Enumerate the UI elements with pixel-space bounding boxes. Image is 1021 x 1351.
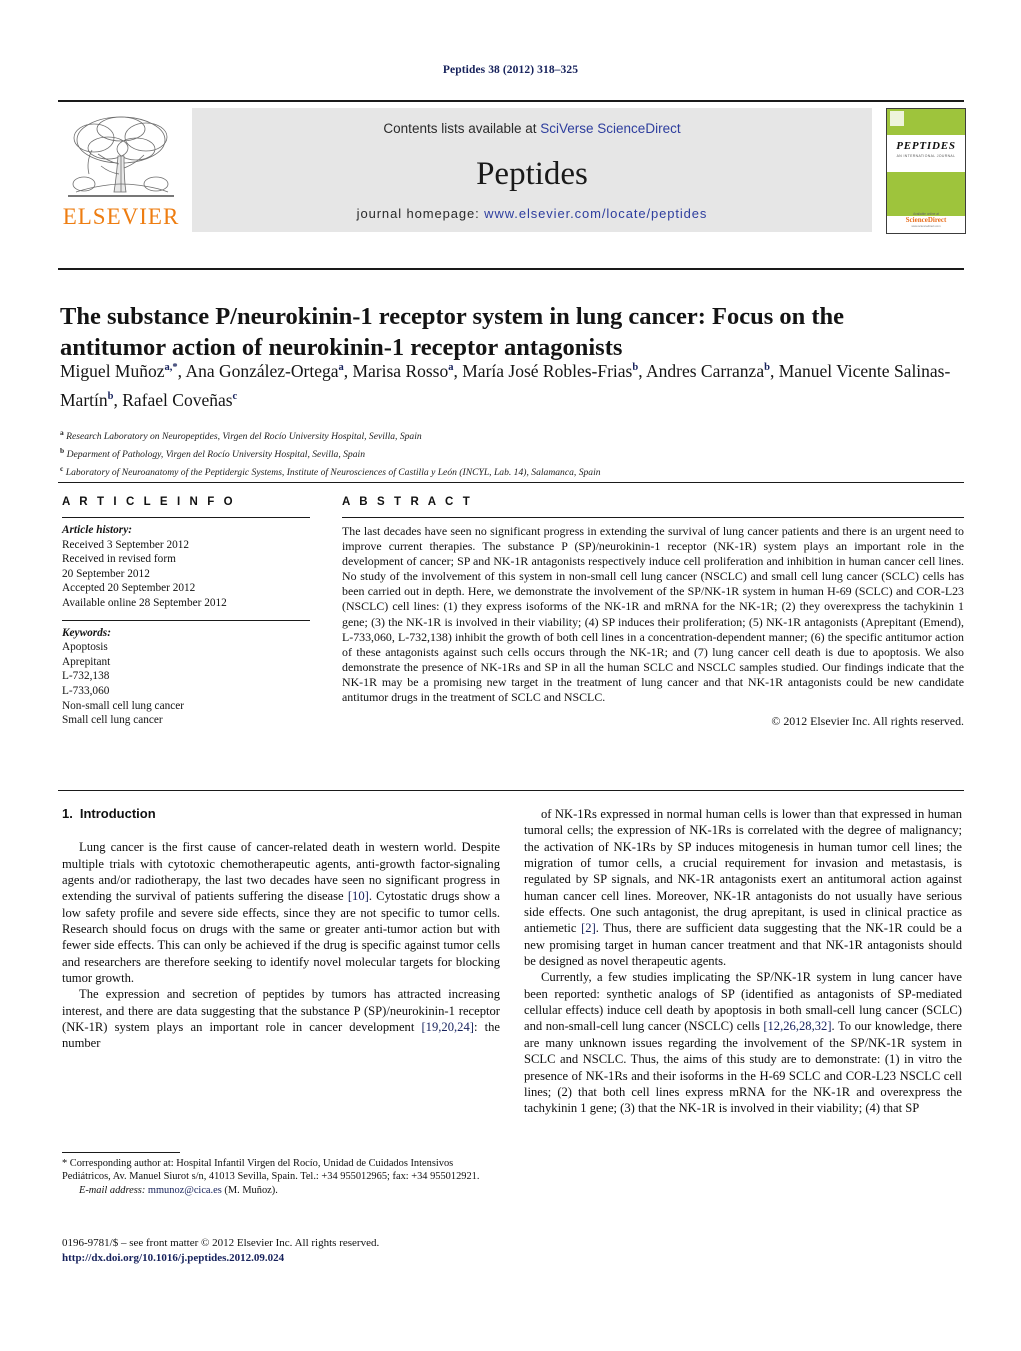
corresponding-author-footnote: * Corresponding author at: Hospital Infa… [62, 1157, 500, 1198]
abstract-rule [342, 517, 964, 518]
article-history-items: Received 3 September 2012 Received in rev… [62, 538, 310, 611]
affiliation-label: c [60, 463, 64, 473]
homepage-prefix: journal homepage: [356, 206, 485, 221]
author-name: Ana González-Ortega [185, 360, 339, 381]
keyword-item: L-733,060 [62, 684, 110, 697]
cover-middle-band [887, 172, 965, 216]
keyword-item: Aprepitant [62, 655, 111, 668]
author-affiliation-mark: a [338, 362, 344, 373]
author-affiliation-mark: b [107, 390, 114, 402]
body-paragraph: Currently, a few studies implicating the… [524, 970, 962, 1116]
cover-sciencedirect-block: Available online at ScienceDirect www.sc… [887, 212, 965, 228]
author-name: Miguel Muñoz [60, 360, 165, 381]
running-head: Peptides 38 (2012) 318–325 [442, 64, 579, 76]
article-page: Peptides 38 (2012) 318–325 ELSEVIER Cont… [0, 0, 1021, 1351]
section-number: 1. [62, 806, 73, 821]
affiliation-item: a Research Laboratory on Neuropeptides, … [60, 428, 422, 443]
article-history-item: Accepted 20 September 2012 [62, 582, 196, 595]
article-history-item: Available online 28 September 2012 [62, 596, 227, 609]
section-heading-introduction: 1. Introduction [62, 806, 500, 822]
abstract-block: A B S T R A C T The last decades have se… [342, 496, 964, 729]
keywords-label: Keywords: [62, 626, 111, 639]
right-paragraphs: of NK-1Rs expressed in normal human cell… [524, 806, 962, 1117]
body-paragraph: The expression and secretion of peptides… [62, 987, 500, 1051]
footnote-rule [62, 1152, 180, 1153]
left-paragraphs: Lung cancer is the first cause of cancer… [62, 839, 500, 1051]
citation-reference[interactable]: [19,20,24] [421, 1020, 473, 1034]
article-info-rule-1 [62, 517, 310, 518]
contents-prefix: Contents lists available at [383, 121, 541, 136]
abstract-copyright: © 2012 Elsevier Inc. All rights reserved… [771, 714, 964, 729]
journal-masthead: ELSEVIER Contents lists available at Sci… [58, 100, 966, 234]
keyword-item: L-732,138 [62, 670, 110, 683]
abstract-heading: A B S T R A C T [342, 496, 473, 508]
sciencedirect-link[interactable]: SciVerse ScienceDirect [540, 121, 680, 136]
body-paragraph: of NK-1Rs expressed in normal human cell… [524, 807, 962, 969]
affiliation-item: c Laboratory of Neuroanatomy of the Pept… [60, 463, 601, 478]
body-paragraph: Lung cancer is the first cause of cancer… [62, 840, 500, 986]
article-history-item: Received in revised form [62, 553, 176, 566]
affiliation-label: a [60, 428, 64, 437]
keyword-items: Apoptosis Aprepitant L-732,138 L-733,060 Non… [62, 640, 310, 728]
journal-homepage-link[interactable]: www.elsevier.com/locate/peptides [484, 206, 707, 221]
abstract-text: The last decades have seen no significan… [342, 524, 964, 705]
journal-homepage-line: journal homepage: www.elsevier.com/locat… [192, 206, 872, 221]
author-affiliation-mark: a [448, 362, 454, 373]
citation-reference[interactable]: [12,26,28,32] [763, 1019, 831, 1033]
keyword-item: Apoptosis [62, 641, 108, 654]
journal-cover-thumbnail[interactable]: PEPTIDES AN INTERNATIONAL JOURNAL Availa… [886, 108, 966, 234]
masthead-center: Contents lists available at SciVerse Sci… [192, 108, 872, 232]
email-owner: (M. Muñoz). [224, 1185, 278, 1197]
email-link[interactable]: mmunoz@cica.es [148, 1185, 222, 1196]
elsevier-logo: ELSEVIER [58, 108, 184, 232]
keywords-block: Keywords: Apoptosis Aprepitant L-732,138 L-… [62, 626, 310, 728]
affiliation-item: b Deparment of Pathology, Virgen del Roc… [60, 445, 365, 460]
article-info-block: A R T I C L E I N F O Article history: R… [62, 496, 310, 728]
elsevier-tree-icon [64, 110, 178, 206]
affiliation-label: b [60, 445, 65, 455]
author-name: Marisa Rosso [352, 360, 449, 381]
cover-sd-url: www.sciencedirect.com [911, 224, 941, 228]
journal-name: Peptides [476, 156, 588, 192]
cover-title: PEPTIDES [896, 140, 956, 152]
author-name: María José Robles-Frias [462, 360, 633, 381]
contents-available-line: Contents lists available at SciVerse Sci… [192, 121, 872, 136]
author-name: Andres Carranza [646, 360, 765, 381]
article-history-item: Received 3 September 2012 [62, 538, 190, 551]
keyword-item: Non-small cell lung cancer [62, 699, 185, 712]
imprint-block: 0196-9781/$ – see front matter © 2012 El… [62, 1236, 542, 1265]
elsevier-wordmark: ELSEVIER [62, 204, 180, 229]
section-title: Introduction [79, 806, 156, 821]
cover-sd-brand: ScienceDirect [905, 216, 947, 224]
cover-elsevier-mark-icon [890, 111, 904, 126]
article-info-rule-2 [62, 619, 310, 621]
body-column-right: of NK-1Rs expressed in normal human cell… [524, 806, 962, 1117]
citation-reference[interactable]: [10] [348, 889, 369, 903]
body-column-left: 1. Introduction Lung cancer is the first … [62, 806, 500, 1052]
article-history: Article history: Received 3 September 20… [62, 523, 310, 611]
author-affiliation-mark: b [632, 362, 639, 373]
affiliation-list: a Research Laboratory on Neuropeptides, … [60, 426, 955, 479]
article-history-label: Article history: [62, 524, 132, 536]
author-affiliation-mark: a,* [164, 362, 178, 373]
issn-line: 0196-9781/$ – see front matter © 2012 El… [62, 1237, 380, 1249]
email-label: E-mail address: [79, 1185, 146, 1197]
author-list: Miguel Muñoza,*, Ana González-Ortegaa, M… [60, 360, 951, 410]
article-history-item: 20 September 2012 [62, 567, 150, 580]
info-top-rule [58, 482, 964, 483]
citation-reference[interactable]: [2] [581, 921, 596, 935]
author-affiliation-mark: b [764, 362, 770, 373]
title-top-rule [58, 268, 964, 270]
cover-subtitle: AN INTERNATIONAL JOURNAL [896, 154, 956, 158]
author-affiliation-mark: c [232, 390, 238, 402]
body-top-rule [58, 790, 964, 791]
keyword-item: Small cell lung cancer [62, 714, 163, 727]
author-name: Rafael Coveñas [122, 389, 233, 410]
doi-link[interactable]: http://dx.doi.org/10.1016/j.peptides.201… [62, 1252, 284, 1264]
article-info-heading: A R T I C L E I N F O [62, 496, 236, 508]
corresponding-author-text: * Corresponding author at: Hospital Infa… [62, 1158, 480, 1183]
